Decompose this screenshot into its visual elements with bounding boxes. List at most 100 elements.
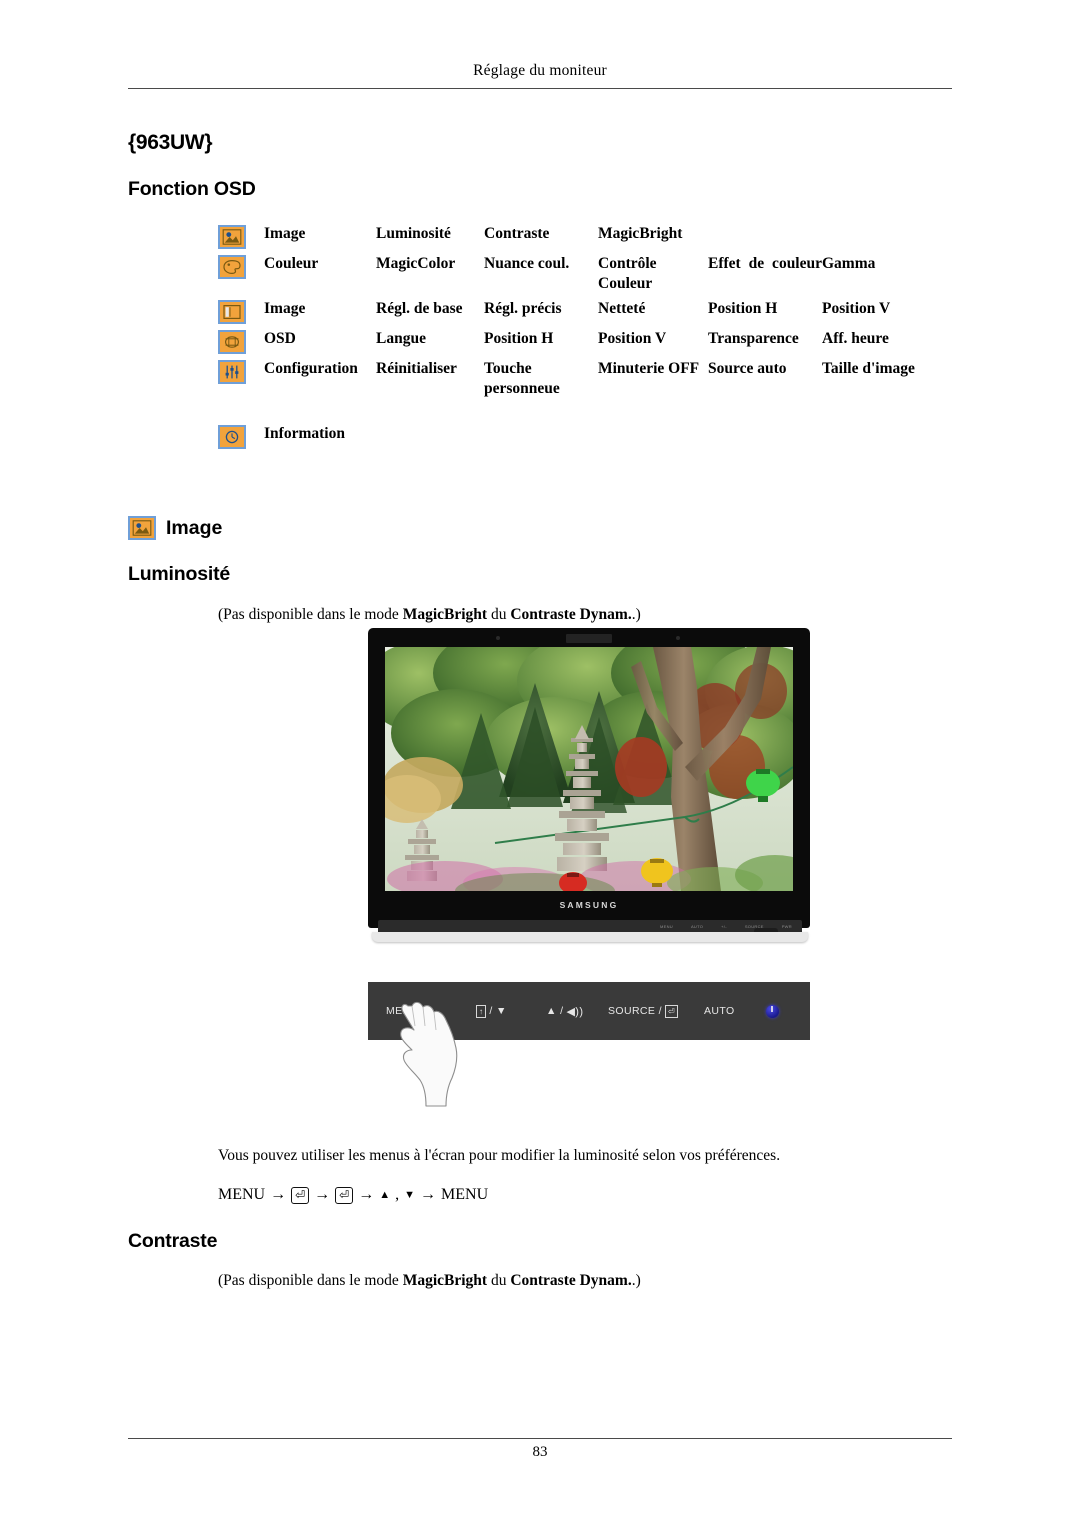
- osd-cell: Luminosité: [376, 225, 451, 242]
- arrow-down-icon: ▼: [404, 1189, 416, 1201]
- arrow-right-icon: →: [358, 1186, 375, 1203]
- osd-row-icon-cell: [218, 329, 264, 354]
- down-button-label: / ▼: [489, 1005, 507, 1017]
- osd-cell: Minuterie OFF: [598, 360, 700, 377]
- settings-sliders-icon: [218, 360, 246, 384]
- volume-icon: ◀)): [566, 1005, 584, 1018]
- stand-label: MENU: [660, 924, 673, 929]
- down-button[interactable]: ↑ / ▼: [476, 1004, 507, 1018]
- monitor-screen: [385, 647, 793, 891]
- osd-row-label: Information: [264, 425, 345, 442]
- osd-cell: Position H: [484, 330, 554, 347]
- menu-button[interactable]: MENU: [386, 1005, 419, 1017]
- header-divider: [128, 88, 952, 89]
- osd-row-icon-cell: [218, 424, 264, 449]
- osd-cell: Langue: [376, 330, 426, 347]
- bezel-sensor-icon: [676, 636, 680, 640]
- osd-cell: Position V: [822, 300, 891, 317]
- stand-label: AUTO: [690, 924, 704, 929]
- auto-button-label: AUTO: [704, 1005, 735, 1017]
- samsung-logo: SAMSUNG: [559, 900, 619, 910]
- image-picture-icon: [128, 516, 156, 540]
- bezel-badge: [566, 634, 612, 643]
- model-heading: {963UW}: [128, 131, 213, 154]
- table-row: Configuration Réinitialiser Touche perso…: [218, 359, 958, 419]
- stand-label: PWR: [781, 924, 792, 929]
- table-row: Image Régl. de base Régl. précis Netteté…: [218, 299, 958, 324]
- osd-cell: Gamma: [822, 255, 876, 272]
- osd-row-label: Image: [264, 300, 306, 317]
- note-mid: du: [487, 1272, 511, 1289]
- nav-end-label: MENU: [441, 1186, 489, 1203]
- image-section-heading: Image: [128, 516, 222, 540]
- osd-cell: Transparence: [708, 330, 799, 347]
- osd-cell: MagicColor: [376, 255, 456, 272]
- arrow-right-icon: →: [420, 1186, 437, 1203]
- osd-row-label: Configuration: [264, 360, 358, 377]
- source-button[interactable]: SOURCE / ⏎: [608, 1004, 679, 1018]
- osd-function-heading: Fonction OSD: [128, 178, 256, 200]
- power-button[interactable]: [766, 1004, 779, 1018]
- luminosite-heading: Luminosité: [128, 563, 231, 585]
- contraste-availability-note: (Pas disponible dans le mode MagicBright…: [218, 1272, 641, 1290]
- osd-cell: Effet de couleur: [708, 255, 822, 272]
- osd-cell: Régl. de base: [376, 300, 463, 317]
- source-button-label: SOURCE /: [608, 1005, 662, 1017]
- osd-cell: Contrôle Couleur: [598, 255, 657, 292]
- table-row: Image Luminosité Contraste MagicBright: [218, 224, 958, 249]
- note-bold-magicbright: MagicBright: [402, 1272, 488, 1289]
- note-bold-contraste-dynam: Contraste Dynam.: [510, 606, 632, 623]
- contraste-heading: Contraste: [128, 1230, 218, 1252]
- osd-cell: Source auto: [708, 360, 787, 377]
- enter-key-icon: ⏎: [291, 1186, 310, 1204]
- table-row: Couleur MagicColor Nuance coul. Contrôle…: [218, 254, 958, 294]
- menu-button-label: MENU: [386, 1005, 419, 1017]
- osd-row-icon-cell: [218, 359, 264, 384]
- osd-row-label: Image: [264, 225, 306, 242]
- bezel-sensor-icon: [496, 636, 500, 640]
- monitor-stand-base: [372, 932, 808, 942]
- luminosite-availability-note: (Pas disponible dans le mode MagicBright…: [218, 606, 641, 624]
- osd-row-icon-cell: [218, 224, 264, 249]
- osd-cell: Aff. heure: [822, 330, 889, 347]
- image-adjust-icon: [218, 300, 246, 324]
- note-suffix: .): [631, 1272, 641, 1289]
- image-picture-icon: [218, 225, 246, 249]
- osd-row-label: OSD: [264, 330, 296, 347]
- navigation-sequence: MENU → ⏎ → ⏎ → ▲ , ▼ → MENU: [218, 1186, 488, 1204]
- note-mid: du: [487, 606, 511, 623]
- information-clock-icon: [218, 425, 246, 449]
- image-heading-label: Image: [166, 516, 223, 539]
- enter-key-icon: ⏎: [335, 1186, 354, 1204]
- page-number: 83: [532, 1444, 548, 1460]
- osd-screen-icon: [218, 330, 246, 354]
- osd-cell: Position V: [598, 330, 667, 347]
- comma-separator: ,: [395, 1186, 400, 1203]
- stand-label: +/-: [721, 924, 727, 929]
- power-icon: [766, 1004, 779, 1018]
- control-panel-button-row: MENU ↑ / ▼ ▲ / ◀)) SOURCE / ⏎ AUTO: [368, 982, 810, 1040]
- arrow-right-icon: →: [270, 1186, 287, 1203]
- up-button[interactable]: ▲ / ◀)): [546, 1005, 583, 1018]
- page-header: Réglage du moniteur: [128, 62, 952, 80]
- note-prefix: (Pas disponible dans le mode: [218, 606, 403, 623]
- note-prefix: (Pas disponible dans le mode: [218, 1272, 403, 1289]
- luminosite-body-paragraph: Vous pouvez utiliser les menus à l'écran…: [218, 1147, 781, 1164]
- header-title: Réglage du moniteur: [473, 62, 607, 79]
- osd-row-label: Couleur: [264, 255, 319, 272]
- auto-button[interactable]: AUTO: [704, 1005, 735, 1017]
- osd-cell: Réinitialiser: [376, 360, 457, 377]
- nav-start-label: MENU: [218, 1186, 266, 1203]
- table-row: OSD Langue Position H Position V Transpa…: [218, 329, 958, 354]
- note-bold-contraste-dynam: Contraste Dynam.: [510, 1272, 632, 1289]
- osd-cell: Contraste: [484, 225, 550, 242]
- osd-row-icon-cell: [218, 299, 264, 324]
- enter-key-icon: ⏎: [664, 1004, 679, 1018]
- osd-cell: Netteté: [598, 300, 646, 317]
- osd-function-table: Image Luminosité Contraste MagicBright C…: [218, 224, 958, 454]
- footer-divider: [128, 1438, 952, 1439]
- arrow-right-icon: →: [314, 1186, 331, 1203]
- monitor-illustration: SAMSUNG MENU AUTO +/- SOURCE PWR: [368, 628, 810, 948]
- color-palette-icon: [218, 255, 246, 279]
- table-row: Information: [218, 424, 958, 449]
